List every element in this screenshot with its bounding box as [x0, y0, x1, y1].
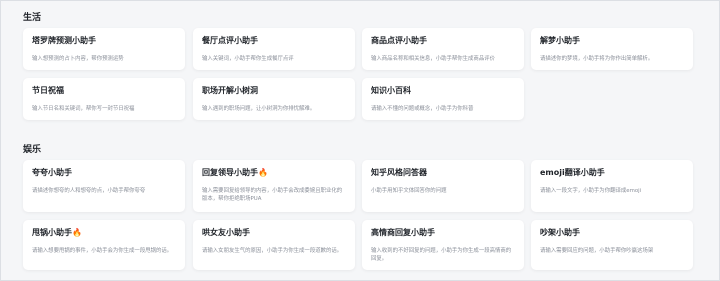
card-workplace-treehole[interactable]: 职场开解小树洞 输入遇到的职场问题，让小树洞为你排忧解难。 — [193, 78, 355, 120]
card-praise[interactable]: 夸夸小助手 请描述你想夸的人和想夸的点，小助手帮你夸夸 — [23, 160, 185, 212]
card-title-wrap: 甩锅小助手🔥 — [32, 228, 177, 238]
card-title: 节日祝福 — [32, 86, 64, 95]
card-desc: 请输入一段文字，小助手为你翻译成emoji — [540, 188, 642, 194]
card-title: 夸夸小助手 — [32, 168, 72, 177]
card-desc: 请输入需要回应的问题，小助手帮你吵赢这场架 — [540, 248, 654, 254]
card-title: 吵架小助手 — [540, 228, 580, 237]
card-desc: 输入需要回复给领导的内容，小助手会改成委婉且职业化的版本，帮你拒绝职场PUA — [202, 188, 343, 202]
card-knowledge-wiki[interactable]: 知识小百科 请输入不懂的问题或概念，小助手为你科普 — [362, 78, 524, 120]
card-desc: 请输入想要甩锅的事件，小助手会为你生成一段甩锅的话。 — [32, 248, 173, 254]
card-title: 餐厅点评小助手 — [202, 36, 258, 45]
card-title: 甩锅小助手 — [32, 228, 72, 237]
fire-icon: 🔥 — [72, 228, 82, 237]
card-product-review[interactable]: 商品点评小助手 输入商品名称和相关信息，小助手帮你生成商品评价 — [362, 28, 524, 70]
card-desc: 小助手用知乎文体回答你的问题 — [371, 188, 447, 194]
card-title: 知乎风格问答器 — [371, 168, 427, 177]
card-title: 解梦小助手 — [540, 36, 580, 45]
card-blame-shift[interactable]: 甩锅小助手🔥 请输入想要甩锅的事件，小助手会为你生成一段甩锅的话。 — [23, 220, 185, 270]
section-title-entertainment: 娱乐 — [23, 145, 42, 155]
card-title: 高情商回复小助手 — [371, 228, 435, 237]
fire-icon: 🔥 — [258, 168, 268, 177]
card-desc: 请输入不懂的问题或概念，小助手为你科普 — [371, 106, 474, 112]
card-desc: 输入遇到的职场问题，让小树洞为你排忧解难。 — [202, 106, 316, 112]
card-title: 商品点评小助手 — [371, 36, 427, 45]
card-coax-girlfriend[interactable]: 哄女友小助手 请输入女朋友生气的原因，小助手为你生成一段道歉的话。 — [193, 220, 355, 270]
card-desc: 请描述你想夸的人和想夸的点，小助手帮你夸夸 — [32, 188, 146, 194]
card-title-wrap: 回复领导小助手🔥 — [202, 168, 347, 178]
card-desc: 输入商品名称和相关信息，小助手帮你生成商品评价 — [371, 56, 495, 62]
card-emoji-translate[interactable]: emoji翻译小助手 请输入一段文字，小助手为你翻译成emoji — [531, 160, 693, 212]
card-restaurant-review[interactable]: 餐厅点评小助手 输入关键词，小助手帮你生成餐厅点评 — [193, 28, 355, 70]
card-high-eq-reply[interactable]: 高情商回复小助手 输入收到的不好回复的问题，小助手为你生成一段高情商的回复。 — [362, 220, 524, 270]
card-title: 职场开解小树洞 — [202, 86, 258, 95]
card-title: emoji翻译小助手 — [540, 168, 605, 177]
card-title: 回复领导小助手 — [202, 168, 258, 177]
card-desc: 输入节日名和关键词，帮你写一封节日祝福 — [32, 106, 135, 112]
card-desc: 输入收到的不好回复的问题，小助手为你生成一段高情商的回复。 — [371, 248, 512, 262]
card-reply-boss[interactable]: 回复领导小助手🔥 输入需要回复给领导的内容，小助手会改成委婉且职业化的版本，帮你… — [193, 160, 355, 212]
card-dream-interpret[interactable]: 解梦小助手 请描述你的梦境，小助手将为你作出简单解析。 — [531, 28, 693, 70]
card-title: 塔罗牌预测小助手 — [32, 36, 96, 45]
section-title-life: 生活 — [23, 13, 42, 23]
app-frame: 生活 塔罗牌预测小助手 输入想预测的占卜内容，帮你预测运势 餐厅点评小助手 输入… — [0, 0, 720, 281]
card-title: 哄女友小助手 — [202, 228, 250, 237]
card-holiday-greeting[interactable]: 节日祝福 输入节日名和关键词，帮你写一封节日祝福 — [23, 78, 185, 120]
card-tarot[interactable]: 塔罗牌预测小助手 输入想预测的占卜内容，帮你预测运势 — [23, 28, 185, 70]
card-desc: 输入想预测的占卜内容，帮你预测运势 — [32, 56, 124, 62]
card-zhihu-qa[interactable]: 知乎风格问答器 小助手用知乎文体回答你的问题 — [362, 160, 524, 212]
card-title: 知识小百科 — [371, 86, 411, 95]
card-desc: 请输入女朋友生气的原因，小助手为你生成一段道歉的话。 — [202, 248, 343, 254]
card-argue[interactable]: 吵架小助手 请输入需要回应的问题，小助手帮你吵赢这场架 — [531, 220, 693, 270]
card-desc: 输入关键词，小助手帮你生成餐厅点评 — [202, 56, 294, 62]
card-desc: 请描述你的梦境，小助手将为你作出简单解析。 — [540, 56, 654, 62]
